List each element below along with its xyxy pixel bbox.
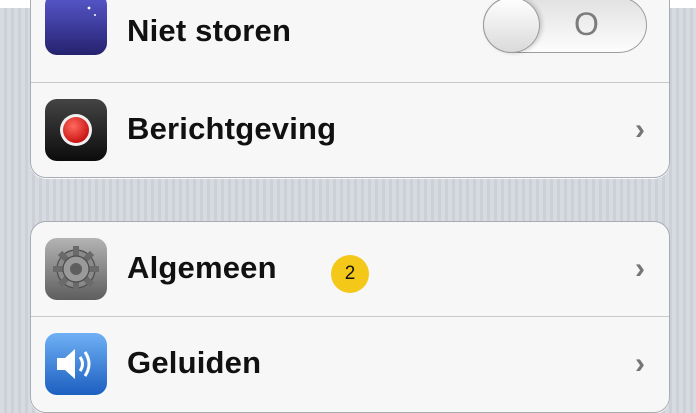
moon-icon (45, 0, 107, 55)
setting-label: Geluiden (127, 345, 262, 380)
settings-group-2: Algemeen 2 › Geluiden › (30, 221, 670, 413)
setting-label: Niet storen (127, 13, 292, 48)
niet-storen-toggle[interactable]: O (483, 0, 647, 53)
setting-row-geluiden[interactable]: Geluiden › (31, 316, 669, 411)
chevron-right-icon: › (635, 252, 645, 285)
setting-row-algemeen[interactable]: Algemeen 2 › (31, 222, 669, 316)
chevron-right-icon: › (635, 347, 645, 380)
notifications-icon (45, 99, 107, 161)
toggle-off-label: O (574, 6, 599, 42)
toggle-knob[interactable] (483, 0, 540, 53)
settings-group-1: Niet storen O Berichtgeving › (30, 0, 670, 178)
speaker-icon (45, 333, 107, 395)
chevron-right-icon: › (635, 113, 645, 146)
setting-row-berichtgeving[interactable]: Berichtgeving › (31, 82, 669, 177)
setting-label: Berichtgeving (127, 111, 337, 146)
setting-label: Algemeen (127, 250, 277, 285)
setting-row-niet-storen[interactable]: Niet storen O (31, 0, 669, 95)
count-badge: 2 (331, 255, 369, 293)
gear-icon (45, 238, 107, 300)
